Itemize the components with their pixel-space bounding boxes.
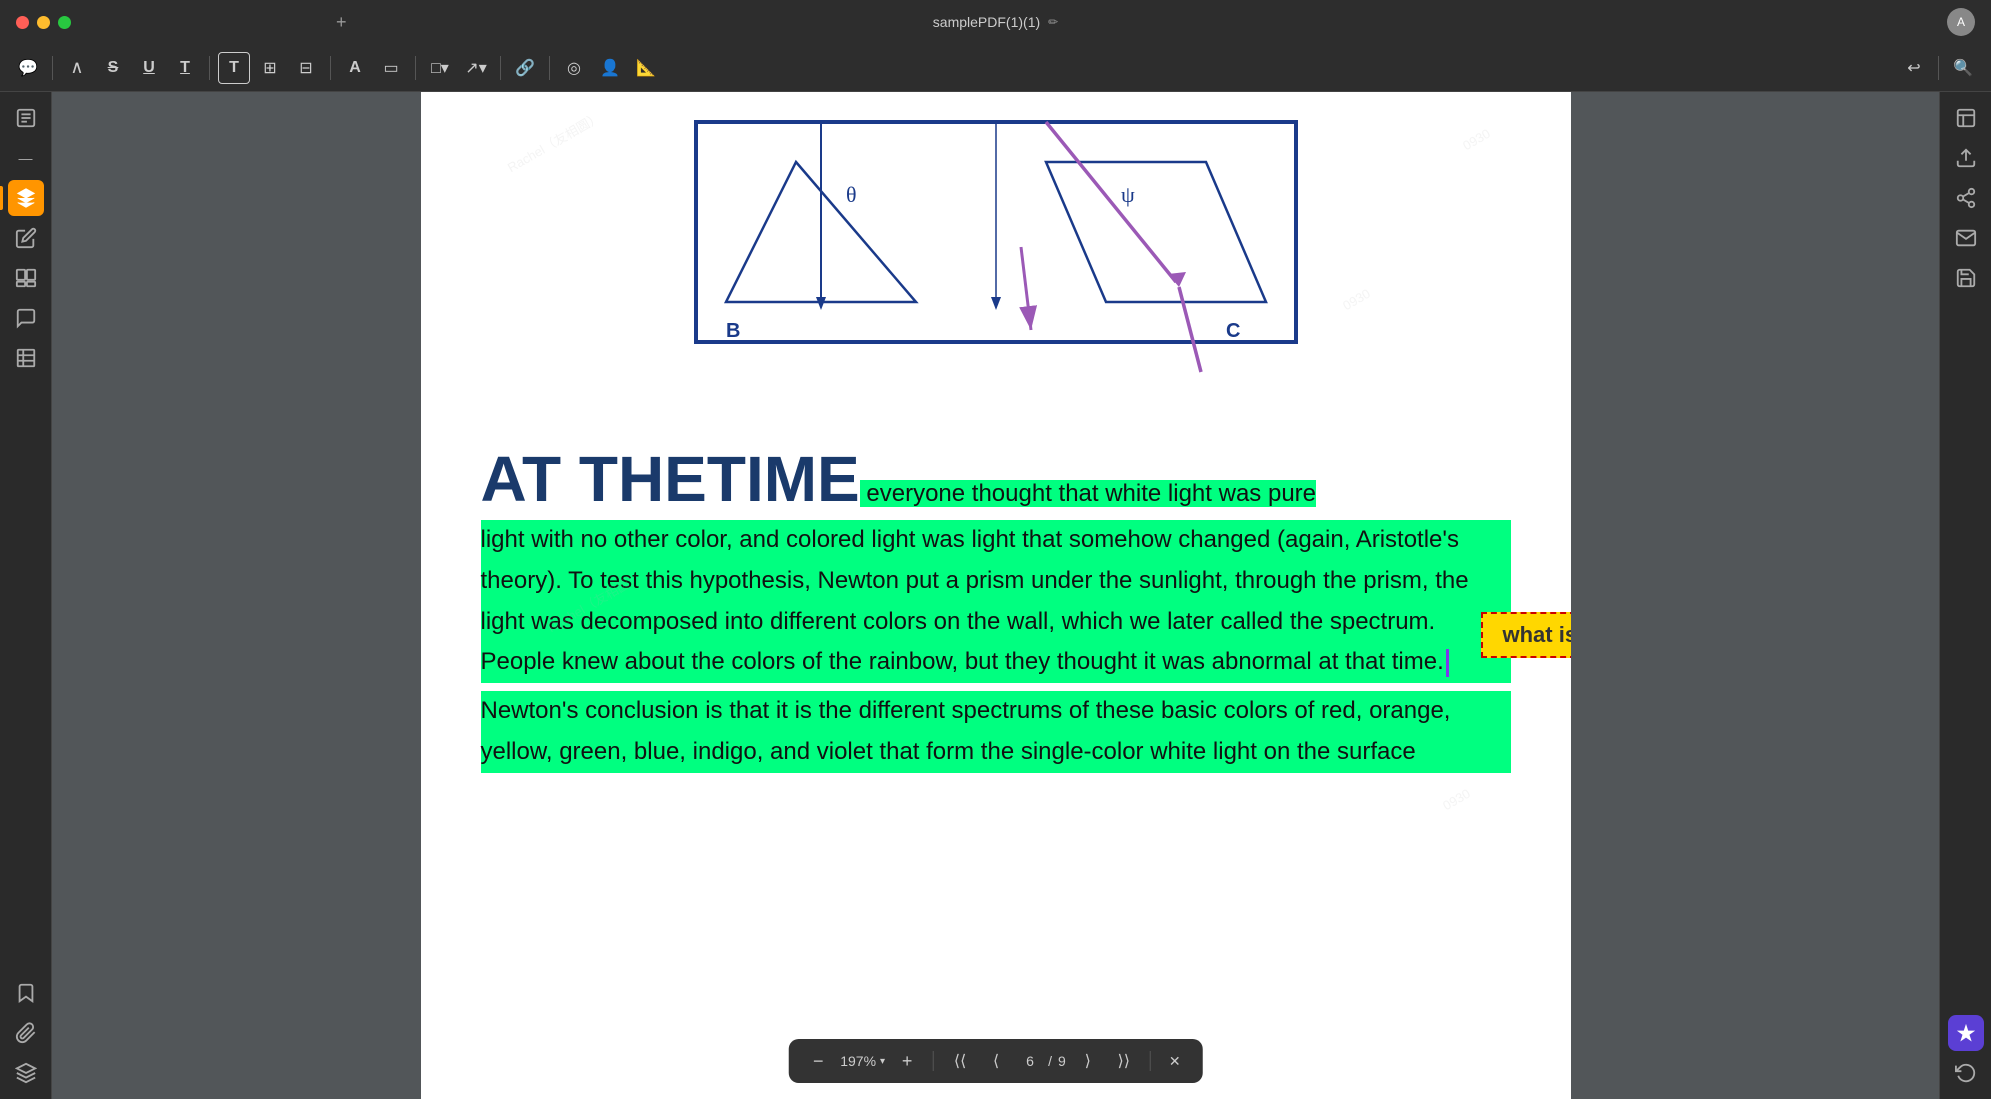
svg-text:θ: θ bbox=[846, 182, 857, 207]
right-sidebar-icon-undo[interactable] bbox=[1948, 1055, 1984, 1091]
toolbar-sep-4 bbox=[415, 56, 416, 80]
pdf-page: Rachel（友相圆） 0930 Rachel（友相圆） 0930 Rachel… bbox=[421, 92, 1571, 1099]
next-page-button[interactable]: ⟩ bbox=[1074, 1047, 1102, 1075]
heading-line: AT THETIME everyone thought that white l… bbox=[481, 442, 1511, 516]
diagram-area: θ ψ B C bbox=[481, 112, 1511, 382]
sidebar-icon-read[interactable] bbox=[8, 100, 44, 136]
close-toolbar-button[interactable]: ✕ bbox=[1163, 1049, 1187, 1073]
bottom-toolbar: − 197% ▾ + ⟨⟨ ⟨ 6 / 9 ⟩ ⟩⟩ ✕ bbox=[788, 1039, 1203, 1083]
minimize-button[interactable] bbox=[37, 16, 50, 29]
toolbar-sep-1 bbox=[52, 56, 53, 80]
main-layout: — Rachel（友相圆） bbox=[0, 92, 1991, 1099]
font-color-tool-icon[interactable]: A bbox=[339, 52, 371, 84]
textbox-tool-icon[interactable]: ⊞ bbox=[254, 52, 286, 84]
annotation-toolbar: 💬 ∧ S U T T ⊞ ⊟ A ▭ □▾ ↗▾ 🔗 ◎ 👤 📐 ↩ 🔍 bbox=[0, 44, 1991, 92]
bottom-sep-1 bbox=[933, 1051, 934, 1071]
zoom-display: 197% ▾ bbox=[840, 1053, 885, 1069]
maximize-button[interactable] bbox=[58, 16, 71, 29]
right-sidebar-icon-import[interactable] bbox=[1948, 100, 1984, 136]
fill-color-tool-icon[interactable]: ▭ bbox=[375, 52, 407, 84]
search-tool-icon[interactable]: 🔍 bbox=[1947, 52, 1979, 84]
right-sidebar-icon-export[interactable] bbox=[1948, 140, 1984, 176]
sidebar-icon-table[interactable] bbox=[8, 340, 44, 376]
sidebar-icon-comments[interactable] bbox=[8, 300, 44, 336]
measure-tool-icon[interactable]: 📐 bbox=[630, 52, 662, 84]
toolbar-sep-3 bbox=[330, 56, 331, 80]
prev-page-button[interactable]: ⟨ bbox=[982, 1047, 1010, 1075]
line-tool-icon[interactable]: ↗▾ bbox=[460, 52, 492, 84]
zoom-dropdown-icon[interactable]: ▾ bbox=[880, 1056, 885, 1067]
right-sidebar-icon-share[interactable] bbox=[1948, 180, 1984, 216]
article-heading: AT THETIME bbox=[481, 443, 860, 515]
text-tool-icon[interactable]: T bbox=[169, 52, 201, 84]
page-input[interactable]: 6 bbox=[1018, 1053, 1042, 1069]
page-display: 6 / 9 bbox=[1018, 1053, 1066, 1069]
zoom-value: 197% bbox=[840, 1053, 876, 1069]
sidebar-icon-highlight[interactable] bbox=[8, 180, 44, 216]
total-pages: 9 bbox=[1058, 1053, 1066, 1069]
close-button[interactable] bbox=[16, 16, 29, 29]
zoom-in-button[interactable]: + bbox=[893, 1047, 921, 1075]
watermark-6: 0930 bbox=[1440, 786, 1473, 813]
new-tab-button[interactable]: + bbox=[336, 12, 347, 33]
paragraph-1-highlight: light with no other color, and colored l… bbox=[481, 520, 1511, 683]
pdf-scroll[interactable]: Rachel（友相圆） 0930 Rachel（友相圆） 0930 Rachel… bbox=[52, 92, 1939, 1099]
pdf-content-area: Rachel（友相圆） 0930 Rachel（友相圆） 0930 Rachel… bbox=[52, 92, 1939, 1099]
link-tool-icon[interactable]: 🔗 bbox=[509, 52, 541, 84]
right-sidebar-icon-save[interactable] bbox=[1948, 260, 1984, 296]
annotation-box[interactable]: what is UPDF bbox=[1481, 612, 1571, 658]
bottom-sep-2 bbox=[1150, 1051, 1151, 1071]
first-page-button[interactable]: ⟨⟨ bbox=[946, 1047, 974, 1075]
signature-tool-icon[interactable]: 👤 bbox=[594, 52, 626, 84]
toolbar-sep-2 bbox=[209, 56, 210, 80]
sidebar-icon-bookmark[interactable] bbox=[8, 975, 44, 1011]
sidebar-icon-edit[interactable] bbox=[8, 220, 44, 256]
right-sidebar-icon-mail[interactable] bbox=[1948, 220, 1984, 256]
last-page-button[interactable]: ⟩⟩ bbox=[1110, 1047, 1138, 1075]
window-title: samplePDF(1)(1) ✏ bbox=[933, 14, 1058, 30]
stamp-tool-icon[interactable]: ◎ bbox=[558, 52, 590, 84]
annotation-arrow bbox=[1001, 242, 1061, 342]
right-sidebar-icon-ai[interactable] bbox=[1948, 1015, 1984, 1051]
svg-text:B: B bbox=[726, 320, 740, 342]
text-cursor bbox=[1446, 649, 1449, 677]
toolbar-sep-7 bbox=[1938, 56, 1939, 80]
inline-highlight-start: everyone thought that white light was pu… bbox=[860, 480, 1316, 507]
left-sidebar: — bbox=[0, 92, 52, 1099]
sidebar-icon-layers[interactable] bbox=[8, 1055, 44, 1091]
right-sidebar bbox=[1939, 92, 1991, 1099]
page-separator: / bbox=[1048, 1053, 1052, 1069]
svg-text:ψ: ψ bbox=[1121, 182, 1135, 207]
shapes-tool-icon[interactable]: □▾ bbox=[424, 52, 456, 84]
titlebar: samplePDF(1)(1) ✏ + A bbox=[0, 0, 1991, 44]
title-text: samplePDF(1)(1) bbox=[933, 14, 1040, 30]
underline-tool-icon[interactable]: U bbox=[133, 52, 165, 84]
toolbar-sep-5 bbox=[500, 56, 501, 80]
undo-tool-icon[interactable]: ↩ bbox=[1898, 52, 1930, 84]
edit-title-icon[interactable]: ✏ bbox=[1048, 15, 1058, 29]
user-avatar[interactable]: A bbox=[1947, 8, 1975, 36]
paragraph-2-highlight: Newton's conclusion is that it is the di… bbox=[481, 691, 1511, 773]
typewriter-tool-icon[interactable]: T bbox=[218, 52, 250, 84]
traffic-lights bbox=[16, 16, 71, 29]
sidebar-icon-attachment[interactable] bbox=[8, 1015, 44, 1051]
sidebar-icon-collapse[interactable]: — bbox=[8, 140, 44, 176]
sidebar-icon-pages[interactable] bbox=[8, 260, 44, 296]
arc-tool-icon[interactable]: ∧ bbox=[61, 52, 93, 84]
comment-tool-icon[interactable]: 💬 bbox=[12, 52, 44, 84]
strikethrough-tool-icon[interactable]: S bbox=[97, 52, 129, 84]
text-content-area: AT THETIME everyone thought that white l… bbox=[481, 442, 1511, 773]
callout-tool-icon[interactable]: ⊟ bbox=[290, 52, 322, 84]
prism-diagram-svg: θ ψ B C bbox=[646, 112, 1346, 382]
zoom-out-button[interactable]: − bbox=[804, 1047, 832, 1075]
toolbar-sep-6 bbox=[549, 56, 550, 80]
svg-text:C: C bbox=[1226, 320, 1240, 342]
